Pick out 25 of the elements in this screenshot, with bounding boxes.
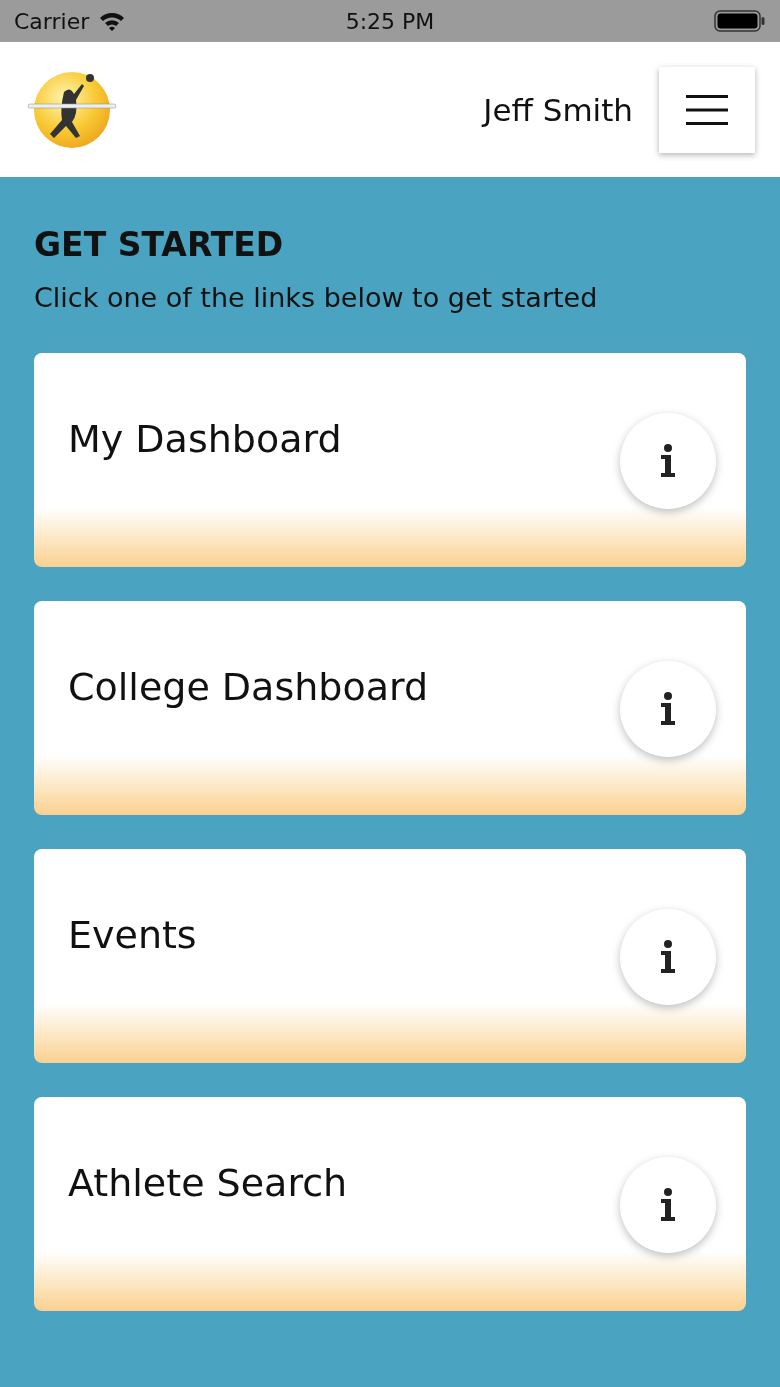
card-title: Events <box>68 913 197 957</box>
menu-button[interactable] <box>659 66 755 153</box>
info-button[interactable] <box>620 909 716 1005</box>
user-name: Jeff Smith <box>483 91 633 128</box>
info-icon <box>659 444 677 478</box>
info-icon <box>659 940 677 974</box>
link-card[interactable]: Events <box>34 849 746 1063</box>
wifi-icon <box>99 11 126 31</box>
card-title: College Dashboard <box>68 665 429 709</box>
info-icon <box>659 692 677 726</box>
section-title: GET STARTED <box>34 225 285 264</box>
info-button[interactable] <box>620 413 716 509</box>
link-card[interactable]: Athlete Search <box>34 1097 746 1311</box>
info-button[interactable] <box>620 1157 716 1253</box>
link-card[interactable]: My Dashboard <box>34 353 746 567</box>
info-icon <box>659 1188 677 1222</box>
carrier-name: Carrier <box>14 8 90 34</box>
clock-time: 5:25 PM <box>345 8 435 34</box>
info-button[interactable] <box>620 661 716 757</box>
card-title: Athlete Search <box>68 1161 348 1205</box>
battery-icon <box>714 10 766 32</box>
menu-icon <box>686 94 728 125</box>
link-card[interactable]: College Dashboard <box>34 601 746 815</box>
card-title: My Dashboard <box>68 417 342 461</box>
section-subtitle: Click one of the links below to get started <box>34 282 599 313</box>
